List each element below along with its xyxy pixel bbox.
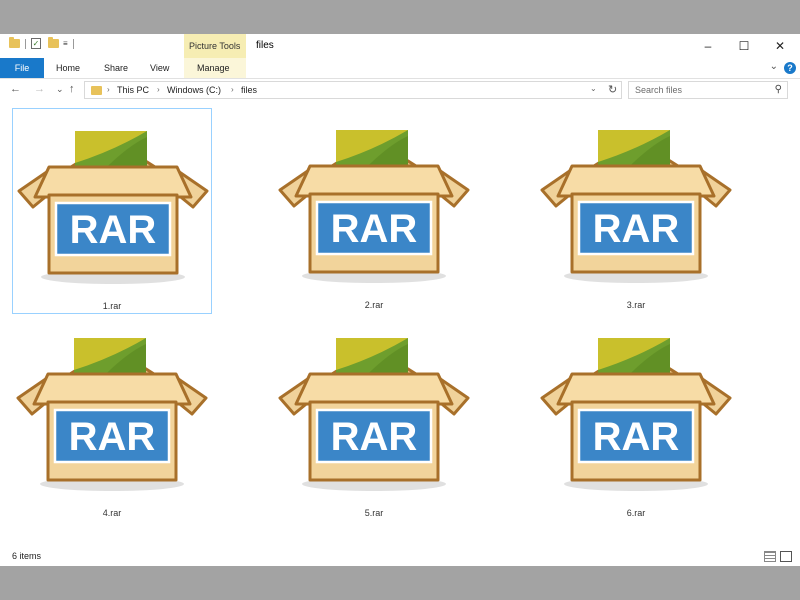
file-item-3[interactable]: RAR 3.rar — [536, 108, 736, 314]
explorer-window: ✓ ≡ Picture Tools files – ☐ ✕ File Home … — [0, 34, 800, 566]
breadcrumb-windows-c[interactable]: Windows (C:) — [167, 85, 221, 95]
rar-archive-icon: RAR — [540, 128, 732, 285]
breadcrumb-files[interactable]: files — [241, 85, 257, 95]
status-bar: 6 items — [0, 548, 800, 566]
rar-icon-text: RAR — [69, 415, 156, 459]
window-title: files — [256, 40, 274, 51]
title-bar: ✓ ≡ Picture Tools files – ☐ ✕ — [0, 34, 800, 58]
item-count: 6 items — [12, 551, 42, 561]
quick-access-toolbar: ✓ ≡ — [9, 37, 79, 49]
minimize-button[interactable]: – — [690, 34, 726, 58]
help-icon[interactable]: ? — [784, 62, 796, 74]
rar-archive-icon: RAR — [278, 128, 470, 285]
back-button[interactable]: ← — [10, 83, 21, 95]
separator — [72, 38, 74, 49]
rar-archive-icon: RAR — [17, 129, 209, 286]
file-item-4[interactable]: RAR 4.rar — [12, 316, 212, 522]
tab-home[interactable]: Home — [56, 58, 80, 78]
rar-icon-text: RAR — [70, 208, 157, 252]
rar-icon-text: RAR — [593, 415, 680, 459]
file-name: 6.rar — [626, 508, 646, 518]
rar-archive-icon: RAR — [16, 336, 208, 493]
properties-icon[interactable]: ✓ — [31, 38, 41, 49]
file-name: 2.rar — [364, 300, 384, 310]
search-icon: ⚲ — [774, 84, 782, 95]
chevron-right-icon[interactable]: › — [231, 85, 234, 94]
file-item-6[interactable]: RAR 6.rar — [536, 316, 736, 522]
search-placeholder: Search files — [635, 85, 683, 95]
file-name: 4.rar — [102, 508, 122, 518]
maximize-button[interactable]: ☐ — [726, 34, 762, 58]
file-name: 1.rar — [102, 301, 122, 311]
file-item-2[interactable]: RAR 2.rar — [274, 108, 474, 314]
forward-button[interactable]: → — [34, 83, 45, 95]
address-bar[interactable]: › This PC › Windows (C:) › files ⌄ ↻ — [84, 81, 622, 99]
close-button[interactable]: ✕ — [762, 34, 798, 58]
tab-manage[interactable]: Manage — [197, 58, 230, 78]
chevron-right-icon[interactable]: › — [107, 85, 110, 94]
file-item-1[interactable]: RAR 1.rar — [12, 108, 212, 314]
chevron-down-icon[interactable]: ⌄ — [590, 84, 597, 93]
recent-locations-button[interactable]: ⌄ — [56, 84, 64, 95]
large-icons-view-icon[interactable] — [780, 551, 792, 562]
file-item-5[interactable]: RAR 5.rar — [274, 316, 474, 522]
file-list: RAR 1.rar RAR 2.rar RAR 3.rar RAR 4.rar … — [0, 104, 800, 548]
details-view-icon[interactable] — [764, 551, 776, 562]
chevron-right-icon[interactable]: › — [157, 85, 160, 94]
separator — [25, 38, 26, 49]
rar-icon-text: RAR — [331, 207, 418, 251]
rar-archive-icon: RAR — [540, 336, 732, 493]
contextual-tab-group-label: Picture Tools — [189, 41, 241, 51]
file-name: 5.rar — [364, 508, 384, 518]
rar-icon-text: RAR — [331, 415, 418, 459]
search-input[interactable]: Search files ⚲ — [628, 81, 788, 99]
tab-view[interactable]: View — [150, 58, 169, 78]
tab-share[interactable]: Share — [104, 58, 128, 78]
expand-ribbon-icon[interactable]: ⌄ — [770, 61, 778, 72]
rar-archive-icon: RAR — [278, 336, 470, 493]
up-button[interactable]: ↑ — [69, 83, 75, 95]
breadcrumb-this-pc[interactable]: This PC — [117, 85, 149, 95]
rar-icon-text: RAR — [593, 207, 680, 251]
folder-icon — [91, 86, 102, 95]
new-folder-icon[interactable] — [48, 37, 59, 48]
ribbon-tabs: File Home Share View Manage ⌄ ? — [0, 58, 800, 79]
tab-file[interactable]: File — [0, 58, 44, 78]
folder-icon — [9, 37, 20, 48]
file-name: 3.rar — [626, 300, 646, 310]
view-switcher — [764, 551, 792, 562]
refresh-icon[interactable]: ↻ — [608, 83, 617, 96]
customize-toolbar-icon[interactable]: ≡ — [63, 39, 68, 48]
address-row: ← → ⌄ ↑ › This PC › Windows (C:) › files… — [0, 79, 800, 103]
